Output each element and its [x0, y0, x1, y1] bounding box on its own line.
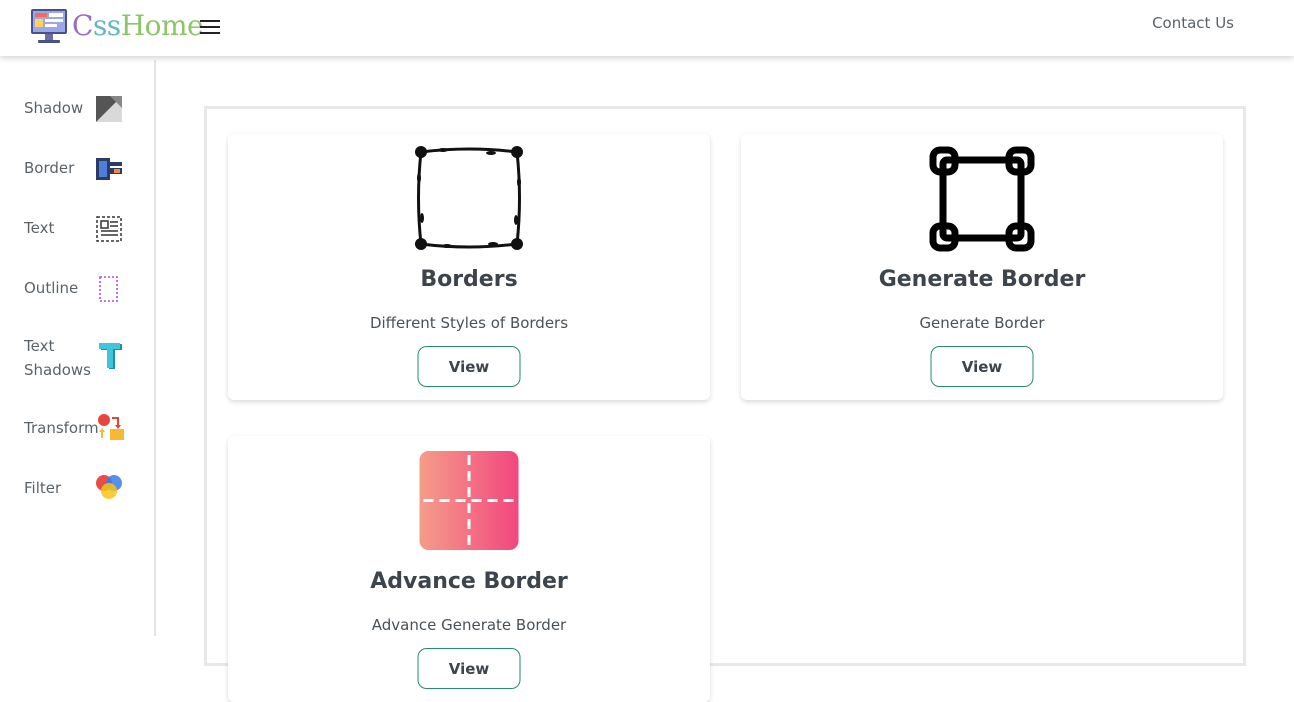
- sidebar-item-transform[interactable]: Transform: [24, 414, 134, 440]
- logo-text-part: C: [72, 9, 93, 42]
- card-title: Advance Border: [370, 569, 568, 594]
- sidebar: Shadow Border Text Outline Text Shadows …: [0, 60, 156, 636]
- sidebar-item-label: Outline: [24, 279, 79, 297]
- rounded-square-border-icon: [929, 146, 1035, 252]
- logo-text-part: ss: [92, 9, 121, 42]
- card-description: Advance Generate Border: [371, 616, 567, 634]
- outline-icon: [99, 276, 118, 302]
- border-icon: [96, 158, 122, 180]
- top-navbar: CssHome Contact Us: [0, 0, 1294, 56]
- shadow-icon: [96, 96, 122, 122]
- sidebar-item-filter[interactable]: Filter: [24, 475, 134, 500]
- hamburger-menu-icon[interactable]: [200, 19, 220, 35]
- view-button[interactable]: View: [417, 648, 521, 689]
- sidebar-item-label: Border: [24, 159, 75, 177]
- view-button[interactable]: View: [417, 346, 521, 387]
- card-advance-border: Advance Border Advance Generate Border V…: [228, 436, 710, 702]
- main-content: Borders Different Styles of Borders View…: [204, 106, 1246, 702]
- sidebar-item-shadow[interactable]: Shadow: [24, 96, 134, 122]
- card-description: Different Styles of Borders: [369, 314, 569, 332]
- logo-text-part: Home: [120, 9, 204, 42]
- contact-us-link[interactable]: Contact Us: [1152, 14, 1234, 32]
- sidebar-item-label: Text Shadows: [24, 337, 92, 379]
- gradient-dashed-border-icon: [419, 451, 519, 550]
- sidebar-item-label: Shadow: [24, 99, 84, 117]
- filter-icon: [96, 475, 122, 499]
- card-borders: Borders Different Styles of Borders View: [228, 134, 710, 400]
- vine-border-icon: [415, 146, 523, 250]
- sidebar-item-border[interactable]: Border: [24, 156, 134, 180]
- sidebar-item-text[interactable]: Text: [24, 216, 134, 242]
- sidebar-item-label: Transform: [24, 419, 99, 437]
- monitor-logo-icon: [31, 9, 67, 43]
- sidebar-item-label: Filter: [24, 479, 62, 497]
- card-title: Generate Border: [878, 267, 1086, 292]
- logo-text: CssHome: [72, 9, 204, 42]
- view-button[interactable]: View: [930, 346, 1034, 387]
- card-generate-border: Generate Border Generate Border View: [741, 134, 1223, 400]
- sidebar-item-label: Text: [24, 219, 55, 237]
- text-document-icon: [96, 216, 122, 242]
- card-title: Borders: [420, 267, 518, 292]
- sidebar-item-text-shadows[interactable]: Text Shadows: [24, 334, 134, 382]
- letter-t-icon: [99, 343, 122, 369]
- transform-icon: [98, 414, 124, 440]
- sidebar-item-outline[interactable]: Outline: [24, 276, 134, 302]
- card-description: Generate Border: [919, 314, 1045, 332]
- site-logo[interactable]: CssHome: [28, 4, 204, 48]
